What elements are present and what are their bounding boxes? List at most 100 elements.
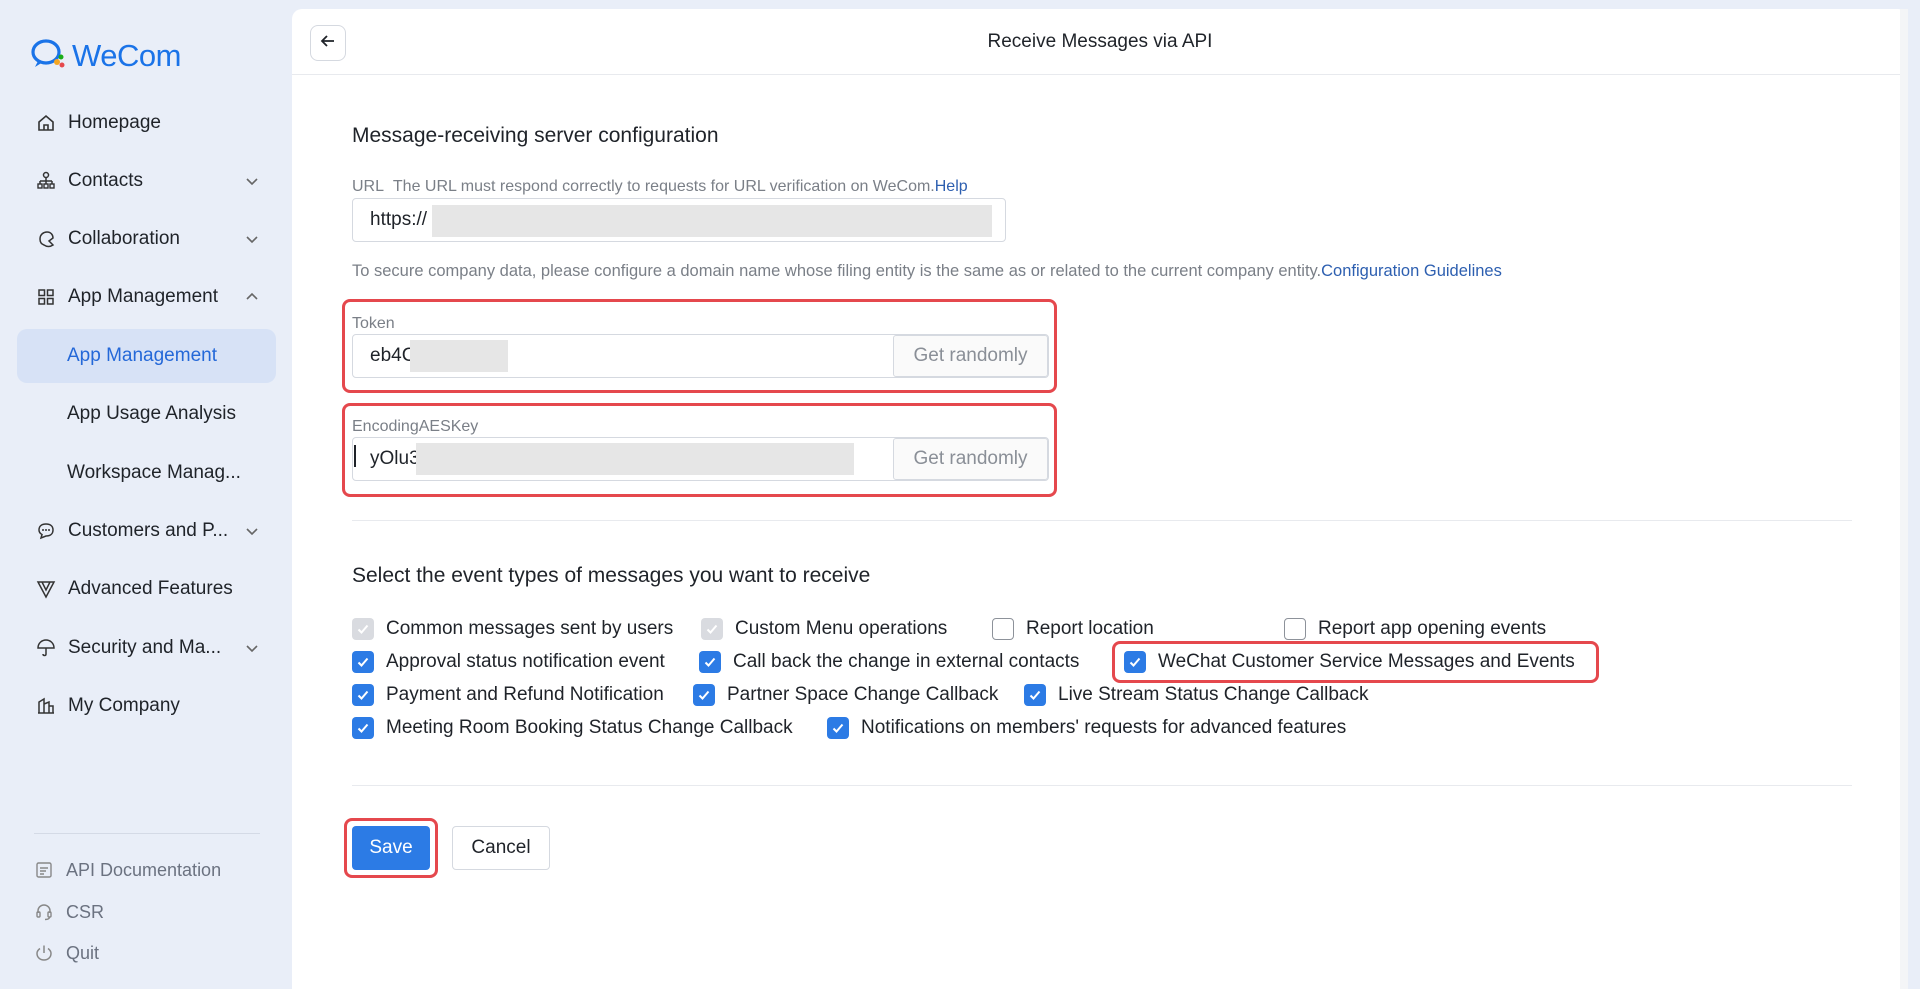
sidebar-item-label: App Usage Analysis [67,403,236,424]
wecom-logo-icon [30,37,66,76]
event-option-meeting-room[interactable]: Meeting Room Booking Status Change Callb… [352,715,793,741]
document-icon [34,860,54,880]
wecom-logo[interactable]: WeCom [30,36,181,76]
event-option-label: WeChat Customer Service Messages and Eve… [1158,651,1575,672]
sidebar-item-security[interactable]: Security and Ma... [17,621,276,675]
event-option-custom-menu[interactable]: Custom Menu operations [701,616,947,642]
token-label: Token [352,315,395,332]
event-option-label: Common messages sent by users [386,618,674,639]
v-shape-icon [34,577,58,601]
umbrella-icon [34,636,58,660]
sidebar-item-customers[interactable]: Customers and P... [17,504,276,558]
section-divider [352,785,1852,786]
sidebar-item-label: App Management [67,345,217,366]
section-divider [352,520,1852,521]
power-icon [34,943,54,963]
checkbox-checked [693,684,715,706]
event-option-external-contacts[interactable]: Call back the change in external contact… [699,649,1079,675]
server-config-title: Message-receiving server configuration [352,124,719,147]
footer-link-quit[interactable]: Quit [34,938,99,968]
checkbox-checked-disabled [701,618,723,640]
aes-key-label: EncodingAESKey [352,418,479,435]
event-option-payment-refund[interactable]: Payment and Refund Notification [352,682,664,708]
sidebar-divider [34,833,260,834]
sidebar-item-label: App Management [68,286,218,307]
event-option-label: Custom Menu operations [735,618,948,639]
org-chart-icon [34,169,58,193]
sidebar-item-advanced-features[interactable]: Advanced Features [17,562,276,616]
text-caret [354,445,356,467]
sidebar-item-app-management[interactable]: App Management [17,270,276,324]
sidebar-subitem-app-management[interactable]: App Management [17,329,276,383]
event-option-label: Payment and Refund Notification [386,684,664,705]
grid-icon [34,285,58,309]
url-label: URL [352,178,385,195]
cancel-button[interactable]: Cancel [452,826,550,870]
sidebar-item-label: Advanced Features [68,578,233,599]
page-title: Receive Messages via API [987,31,1213,52]
url-input-value: https:// [370,209,428,230]
sidebar-item-contacts[interactable]: Contacts [17,154,276,208]
sidebar-item-label: Customers and P... [68,520,229,541]
sidebar-item-collaboration[interactable]: Collaboration [17,212,276,266]
event-option-report-app-opening[interactable]: Report app opening events [1284,616,1546,642]
redacted-url [432,205,992,237]
chevron-down-icon [242,229,262,249]
home-icon [34,111,58,135]
chat-bubble-icon [34,519,58,543]
sidebar-subitem-app-usage-analysis[interactable]: App Usage Analysis [17,387,276,441]
sidebar-item-label: Contacts [68,170,143,191]
checkbox-checked [699,651,721,673]
domain-note: To secure company data, please configure… [352,262,1502,281]
event-option-label: Call back the change in external contact… [733,651,1080,672]
main-panel: Receive Messages via API Message-receivi… [292,9,1908,989]
sidebar-item-homepage[interactable]: Homepage [17,96,276,150]
page-header: Receive Messages via API [292,9,1908,75]
checkbox-checked [352,651,374,673]
event-option-common-messages[interactable]: Common messages sent by users [352,616,673,642]
sidebar-item-label: Collaboration [68,228,180,249]
checkbox-checked [352,717,374,739]
event-option-wechat-customer-service[interactable]: WeChat Customer Service Messages and Eve… [1124,649,1575,675]
redacted-token [410,340,508,372]
domain-note-text: To secure company data, please configure… [352,262,1322,280]
event-option-label: Report app opening events [1318,618,1547,639]
footer-link-label: API Documentation [66,859,222,880]
footer-link-csr[interactable]: CSR [34,897,104,927]
url-label-row: URL The URL must respond correctly to re… [352,178,968,196]
checkbox-checked [1124,651,1146,673]
sidebar-item-label: Homepage [68,112,161,133]
event-option-label: Meeting Room Booking Status Change Callb… [386,717,793,738]
footer-link-label: Quit [66,942,100,963]
event-option-label: Report location [1026,618,1154,639]
footer-link-label: CSR [66,901,105,922]
sidebar-subitem-workspace-management[interactable]: Workspace Manag... [17,446,276,500]
event-option-label: Approval status notification event [386,651,665,672]
url-hint: The URL must respond correctly to reques… [392,178,935,195]
event-option-label: Live Stream Status Change Callback [1058,684,1369,705]
event-types-title: Select the event types of messages you w… [352,564,871,587]
help-link[interactable]: Help [935,178,968,195]
save-button[interactable]: Save [352,826,430,870]
footer-link-api-documentation[interactable]: API Documentation [34,855,221,885]
checkbox-checked [827,717,849,739]
scrollbar[interactable] [1900,9,1908,989]
event-option-report-location[interactable]: Report location [992,616,1154,642]
headset-icon [34,902,54,922]
event-option-live-stream[interactable]: Live Stream Status Change Callback [1024,682,1369,708]
chevron-down-icon [242,171,262,191]
sidebar-item-my-company[interactable]: My Company [17,679,276,733]
token-get-randomly-button[interactable]: Get randomly [893,335,1048,377]
sidebar-item-label: Security and Ma... [68,637,222,658]
configuration-guidelines-link[interactable]: Configuration Guidelines [1321,262,1502,280]
aes-key-get-randomly-button[interactable]: Get randomly [893,438,1048,480]
checkbox-unchecked [992,618,1014,640]
event-option-partner-space[interactable]: Partner Space Change Callback [693,682,998,708]
sidebar-item-label: My Company [68,695,180,716]
chevron-up-icon [242,287,262,307]
event-option-approval-status[interactable]: Approval status notification event [352,649,665,675]
checkbox-unchecked [1284,618,1306,640]
event-option-label: Partner Space Change Callback [727,684,999,705]
event-option-advanced-features-requests[interactable]: Notifications on members' requests for a… [827,715,1346,741]
checkbox-checked-disabled [352,618,374,640]
